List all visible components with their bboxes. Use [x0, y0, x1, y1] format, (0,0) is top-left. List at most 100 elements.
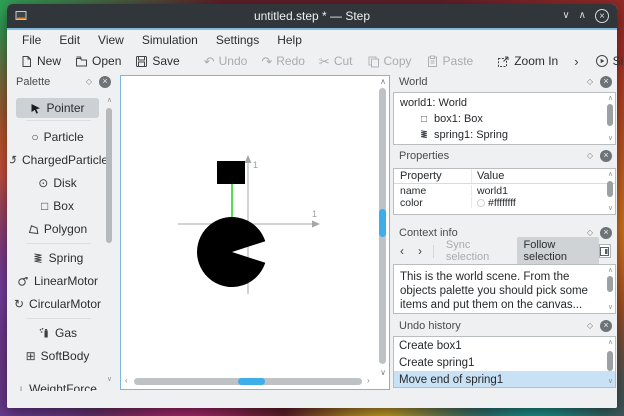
- x-axis-tick-label: 1: [312, 209, 317, 219]
- context-toolbar-separator: [433, 244, 434, 258]
- canvas-scroll-up-icon[interactable]: ∧: [380, 78, 386, 86]
- menu-simulation[interactable]: Simulation: [133, 31, 207, 49]
- tree-item-spring1[interactable]: spring1: Spring: [394, 127, 615, 143]
- save-button[interactable]: Save: [128, 51, 186, 71]
- menu-help[interactable]: Help: [268, 31, 311, 49]
- undo-item-move-end-of-spring1[interactable]: Move end of spring1: [394, 371, 615, 387]
- undo-scrollbar-thumb[interactable]: [607, 351, 613, 371]
- palette-item-spring[interactable]: Spring: [16, 248, 99, 268]
- properties-scroll-down-icon[interactable]: ∨: [608, 205, 613, 212]
- linear-motor-icon: [18, 277, 28, 286]
- properties-float-icon[interactable]: ◇: [587, 151, 593, 160]
- undo-close-icon[interactable]: ×: [600, 319, 612, 332]
- canvas-scroll-down-icon[interactable]: ∨: [380, 369, 386, 377]
- properties-close-icon[interactable]: ×: [600, 149, 612, 162]
- canvas-scroll-left-icon[interactable]: ‹: [125, 377, 128, 385]
- context-back-button[interactable]: ‹: [393, 244, 411, 258]
- palette-item-box[interactable]: □ Box: [16, 196, 99, 216]
- world-panel-title: World: [399, 75, 428, 88]
- save-icon: [136, 55, 148, 67]
- palette-item-chargedparticle[interactable]: ↺ ChargedParticle: [10, 150, 108, 170]
- palette-float-icon[interactable]: ◇: [86, 77, 92, 86]
- paste-button: Paste: [419, 51, 481, 71]
- world-scroll-up-icon[interactable]: ∧: [608, 95, 613, 102]
- world-float-icon[interactable]: ◇: [587, 77, 593, 86]
- properties-scrollbar-thumb[interactable]: [607, 181, 613, 197]
- palette-item-particle[interactable]: ○ Particle: [16, 127, 99, 147]
- follow-selection-button[interactable]: Follow selection: [516, 237, 599, 265]
- undo-float-icon[interactable]: ◇: [587, 321, 593, 330]
- property-row-color[interactable]: color #ffffffff: [394, 197, 615, 209]
- palette-item-weightforce[interactable]: ↓ WeightForce: [16, 379, 99, 391]
- context-scroll-up-icon[interactable]: ∧: [607, 267, 613, 274]
- weight-force-icon: ↓: [18, 382, 25, 391]
- canvas-vscrollbar-thumb[interactable]: [379, 209, 386, 237]
- pointer-icon: [31, 103, 41, 114]
- polygon-icon: [28, 224, 39, 234]
- undo-button: ↶ Undo: [203, 53, 248, 69]
- palette-item-disk[interactable]: ⊙ Disk: [16, 173, 99, 193]
- context-float-icon[interactable]: ◇: [587, 228, 593, 237]
- menu-settings[interactable]: Settings: [207, 31, 268, 49]
- world-close-icon[interactable]: ×: [600, 75, 612, 88]
- palette-item-circularmotor[interactable]: ↻ CircularMotor: [14, 294, 101, 314]
- context-forward-button[interactable]: ›: [411, 244, 429, 258]
- menu-view[interactable]: View: [89, 31, 133, 49]
- property-row-name[interactable]: name world1: [394, 185, 615, 197]
- box-icon: □: [41, 199, 49, 213]
- toolbar-overflow-button[interactable]: ›: [565, 54, 587, 69]
- context-side-panel-button[interactable]: [598, 244, 612, 258]
- undo-scroll-up-icon[interactable]: ∧: [608, 339, 613, 346]
- undo-item-create-box1[interactable]: Create box1: [394, 337, 615, 354]
- properties-table-header: Property Value: [394, 169, 615, 184]
- world-panel: World ◇ × world1: World □ box1: Box spri…: [393, 73, 616, 145]
- palette-scroll-down-icon[interactable]: ∨: [107, 376, 112, 383]
- zoom-in-icon: [498, 56, 509, 67]
- canvas-scroll-right-icon[interactable]: ›: [367, 377, 370, 385]
- undo-item-create-spring1[interactable]: Create spring1: [394, 354, 615, 371]
- spring-icon: [418, 129, 430, 142]
- disk-object: [197, 216, 266, 287]
- context-close-icon[interactable]: ×: [600, 226, 612, 239]
- undo-icon: ↶: [203, 53, 215, 69]
- simulate-button[interactable]: Simulate ∨: [588, 51, 624, 71]
- tree-item-box1[interactable]: □ box1: Box: [394, 111, 615, 127]
- menu-edit[interactable]: Edit: [50, 31, 89, 49]
- titlebar[interactable]: untitled.step * — Step ∨ ∧ ×: [7, 4, 617, 28]
- gas-icon: [39, 328, 48, 338]
- minimize-button[interactable]: ∨: [562, 11, 569, 21]
- color-swatch: [477, 198, 485, 207]
- disk-icon: ⊙: [38, 176, 49, 190]
- copy-button: Copy: [360, 51, 419, 71]
- copy-icon: [368, 56, 379, 67]
- context-scroll-down-icon[interactable]: ∨: [607, 304, 613, 311]
- spring-icon: [34, 253, 42, 263]
- open-button[interactable]: Open: [68, 51, 128, 71]
- world-canvas[interactable]: 1 1 ∧ ∨ ‹ ›: [120, 75, 390, 390]
- simulate-play-icon: [595, 55, 608, 67]
- palette-close-icon[interactable]: ×: [99, 75, 111, 88]
- new-button[interactable]: New: [13, 51, 68, 71]
- palette-item-gas[interactable]: Gas: [16, 323, 99, 343]
- palette-scrollbar-thumb[interactable]: [106, 108, 112, 243]
- menu-file[interactable]: File: [13, 31, 50, 49]
- canvas-hscrollbar-thumb[interactable]: [238, 378, 265, 385]
- palette-item-pointer[interactable]: Pointer: [16, 98, 99, 118]
- cut-button: ✂ Cut: [318, 53, 353, 69]
- palette-item-softbody[interactable]: ⊞ SoftBody: [16, 346, 99, 366]
- undo-history-panel: Undo history ◇ × Create box1 Create spri…: [393, 317, 616, 388]
- palette-scroll-up-icon[interactable]: ∧: [107, 97, 112, 104]
- world-scrollbar-thumb[interactable]: [607, 104, 613, 126]
- redo-button: ↷ Redo: [261, 53, 305, 69]
- undo-scroll-down-icon[interactable]: ∨: [608, 378, 613, 385]
- close-button[interactable]: ×: [595, 9, 609, 23]
- new-file-icon: [22, 55, 31, 67]
- maximize-button[interactable]: ∧: [579, 11, 586, 21]
- palette-item-polygon[interactable]: Polygon: [16, 219, 99, 239]
- world-scroll-down-icon[interactable]: ∨: [608, 135, 613, 142]
- properties-scroll-up-icon[interactable]: ∧: [608, 171, 613, 178]
- context-scrollbar-thumb[interactable]: [607, 276, 613, 292]
- palette-item-linearmotor[interactable]: LinearMotor: [16, 271, 99, 291]
- zoom-in-button[interactable]: Zoom In: [490, 51, 565, 71]
- tree-item-world1[interactable]: world1: World: [394, 95, 615, 111]
